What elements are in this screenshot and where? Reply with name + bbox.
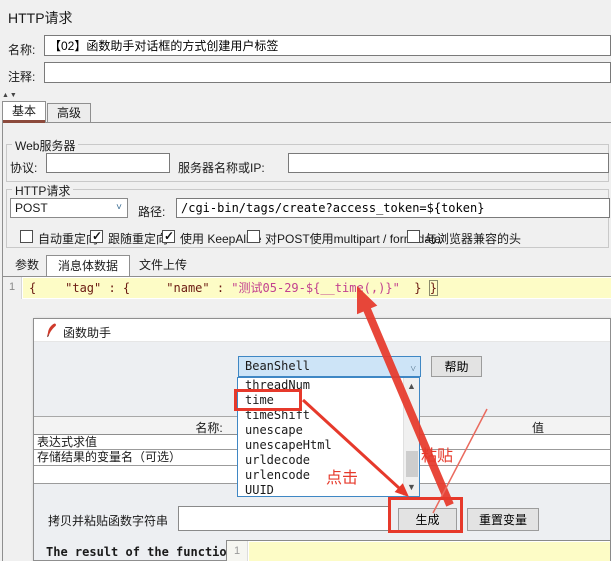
splitpane-collapse-arrows[interactable]: ▲▼	[2, 92, 18, 99]
tab-files-upload[interactable]: 文件上传	[130, 255, 196, 276]
protocol-label: 协议:	[10, 161, 38, 175]
param-row-name: 表达式求值	[37, 435, 98, 449]
method-value: POST	[15, 201, 48, 215]
dialog-titlebar[interactable]: 函数助手	[34, 319, 610, 342]
code-json-string: "测试05-29-${__time(,)}"	[231, 281, 400, 295]
comment-input[interactable]	[44, 62, 611, 83]
body-data-editor[interactable]: 1 { "tag" : { "name" : "测试05-29-${__time…	[3, 276, 611, 299]
function-select-value: BeanShell	[245, 359, 311, 373]
reset-variables-button[interactable]: 重置变量	[467, 508, 539, 531]
jmeter-http-request-panel: HTTP请求 名称: 注释: ▲▼ 基本 高级 Web服务器 协议: 服务器名称…	[0, 0, 611, 561]
http-request-legend: HTTP请求	[12, 182, 74, 199]
copy-function-string-label: 拷贝并粘贴函数字符串	[48, 514, 169, 528]
server-input[interactable]	[288, 153, 609, 173]
scrollbar-thumb[interactable]	[406, 451, 418, 477]
param-row-value-cell[interactable]	[424, 450, 610, 465]
checkbox-auto-redirect-label: 自动重定向	[38, 232, 99, 246]
chevron-down-icon: ˅	[116, 202, 122, 213]
param-row-name: 存储结果的变量名（可选）	[37, 450, 182, 464]
dropdown-item-unescape[interactable]: unescape	[238, 423, 419, 438]
web-server-legend: Web服务器	[12, 137, 79, 154]
tab-advanced[interactable]: 高级	[47, 103, 91, 123]
function-dropdown-list: threadNum time timeShift unescape unesca…	[237, 377, 420, 497]
dropdown-item-UUID[interactable]: UUID	[238, 483, 419, 498]
page-title: HTTP请求	[8, 10, 73, 26]
name-label: 名称:	[8, 43, 36, 57]
checkbox-follow-auto-redirect[interactable]	[20, 230, 33, 243]
code-caret-brace: }	[428, 280, 438, 296]
path-label: 路径:	[138, 205, 166, 219]
dropdown-item-unescapeHtml[interactable]: unescapeHtml	[238, 438, 419, 453]
jmeter-feather-icon	[47, 323, 56, 338]
function-select-combobox[interactable]: BeanShell ˅	[238, 356, 421, 377]
checkbox-multipart[interactable]	[247, 230, 260, 243]
help-button[interactable]: 帮助	[431, 356, 482, 377]
function-result-label: The result of the function is	[46, 545, 256, 559]
function-result-editor[interactable]: 1	[226, 540, 611, 561]
comment-label: 注释:	[8, 70, 36, 84]
tab-basic[interactable]: 基本	[2, 101, 46, 123]
result-active-line	[249, 542, 610, 561]
method-select[interactable]: POST ˅	[10, 198, 128, 218]
checkbox-follow-redirect-label: 跟随重定向	[108, 232, 169, 246]
dropdown-item-time[interactable]: time	[238, 393, 419, 408]
dropdown-item-urlencode[interactable]: urlencode	[238, 468, 419, 483]
tab-body-data[interactable]: 消息体数据	[46, 255, 130, 276]
editor-line-number: 1	[3, 277, 22, 299]
dialog-title: 函数助手	[63, 326, 112, 340]
protocol-input[interactable]	[46, 153, 170, 173]
checkbox-browser-compatible-label: 与浏览器兼容的头	[425, 232, 522, 246]
name-input[interactable]	[44, 35, 611, 56]
copy-function-string-input[interactable]	[178, 506, 390, 531]
dropdown-scrollbar[interactable]: ▲ ▼	[403, 378, 419, 496]
server-label: 服务器名称或IP:	[178, 161, 265, 175]
dropdown-item-timeShift[interactable]: timeShift	[238, 408, 419, 423]
checkbox-browser-compatible-headers[interactable]	[407, 230, 420, 243]
code-json-mid: }	[399, 281, 429, 295]
path-input[interactable]	[176, 198, 610, 218]
checkbox-keepalive[interactable]	[162, 229, 175, 243]
tab-parameters[interactable]: 参数	[8, 255, 46, 276]
code-json-prefix: { "tag" : { "name" :	[29, 281, 232, 295]
result-line-number: 1	[227, 541, 248, 561]
scroll-down-icon[interactable]: ▼	[404, 480, 419, 495]
dropdown-item-threadNum[interactable]: threadNum	[238, 378, 419, 393]
editor-active-line[interactable]: { "tag" : { "name" : "测试05-29-${__time(,…	[23, 278, 611, 298]
dropdown-item-urldecode[interactable]: urldecode	[238, 453, 419, 468]
param-value-header: 值	[531, 421, 544, 435]
param-row-value-cell[interactable]	[424, 435, 610, 449]
scroll-up-icon[interactable]: ▲	[404, 379, 419, 394]
generate-button[interactable]: 生成	[398, 508, 457, 532]
checkbox-follow-redirect[interactable]	[90, 229, 103, 243]
